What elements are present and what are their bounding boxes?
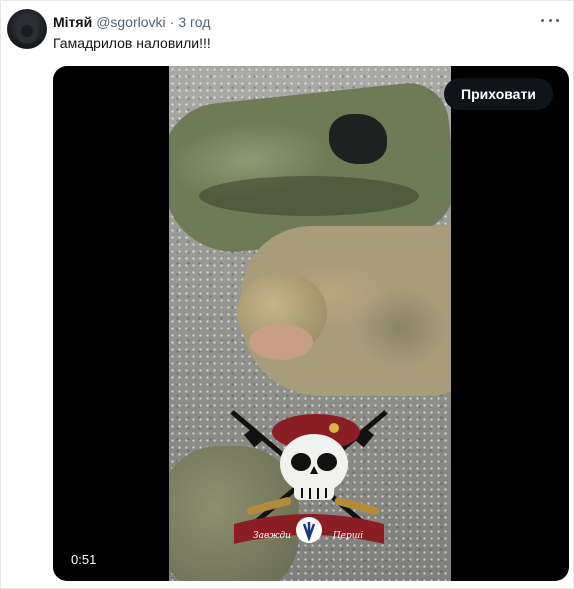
tweet-header: Мітяй @sgorlovki · 3 год — [53, 13, 553, 31]
avatar[interactable] — [7, 9, 47, 49]
skull-emblem-icon: Завжди Перші — [230, 410, 388, 544]
separator-dot: · — [169, 14, 175, 30]
black-glove — [329, 114, 387, 164]
tweet-text: Гамадрилов наловили!!! — [53, 35, 211, 51]
tweet-time[interactable]: 3 год — [178, 14, 210, 30]
tweet-card[interactable]: Мітяй @sgorlovki · 3 год Гамадрилов нало… — [0, 0, 574, 589]
author-handle[interactable]: @sgorlovki — [96, 14, 165, 30]
emblem-banner-left: Завжди — [253, 531, 291, 541]
video-frame[interactable]: Завжди Перші — [169, 66, 451, 581]
author-name[interactable]: Мітяй — [53, 14, 92, 30]
video-player[interactable]: Завжди Перші Приховати 0:51 — [53, 66, 569, 581]
emblem-banner-right: Перші — [332, 531, 363, 541]
shadow — [199, 176, 419, 216]
hide-button[interactable]: Приховати — [444, 78, 553, 110]
more-horizontal-icon[interactable] — [541, 13, 559, 27]
avatar-face — [21, 25, 33, 37]
video-duration: 0:51 — [63, 550, 105, 570]
face — [249, 324, 313, 360]
